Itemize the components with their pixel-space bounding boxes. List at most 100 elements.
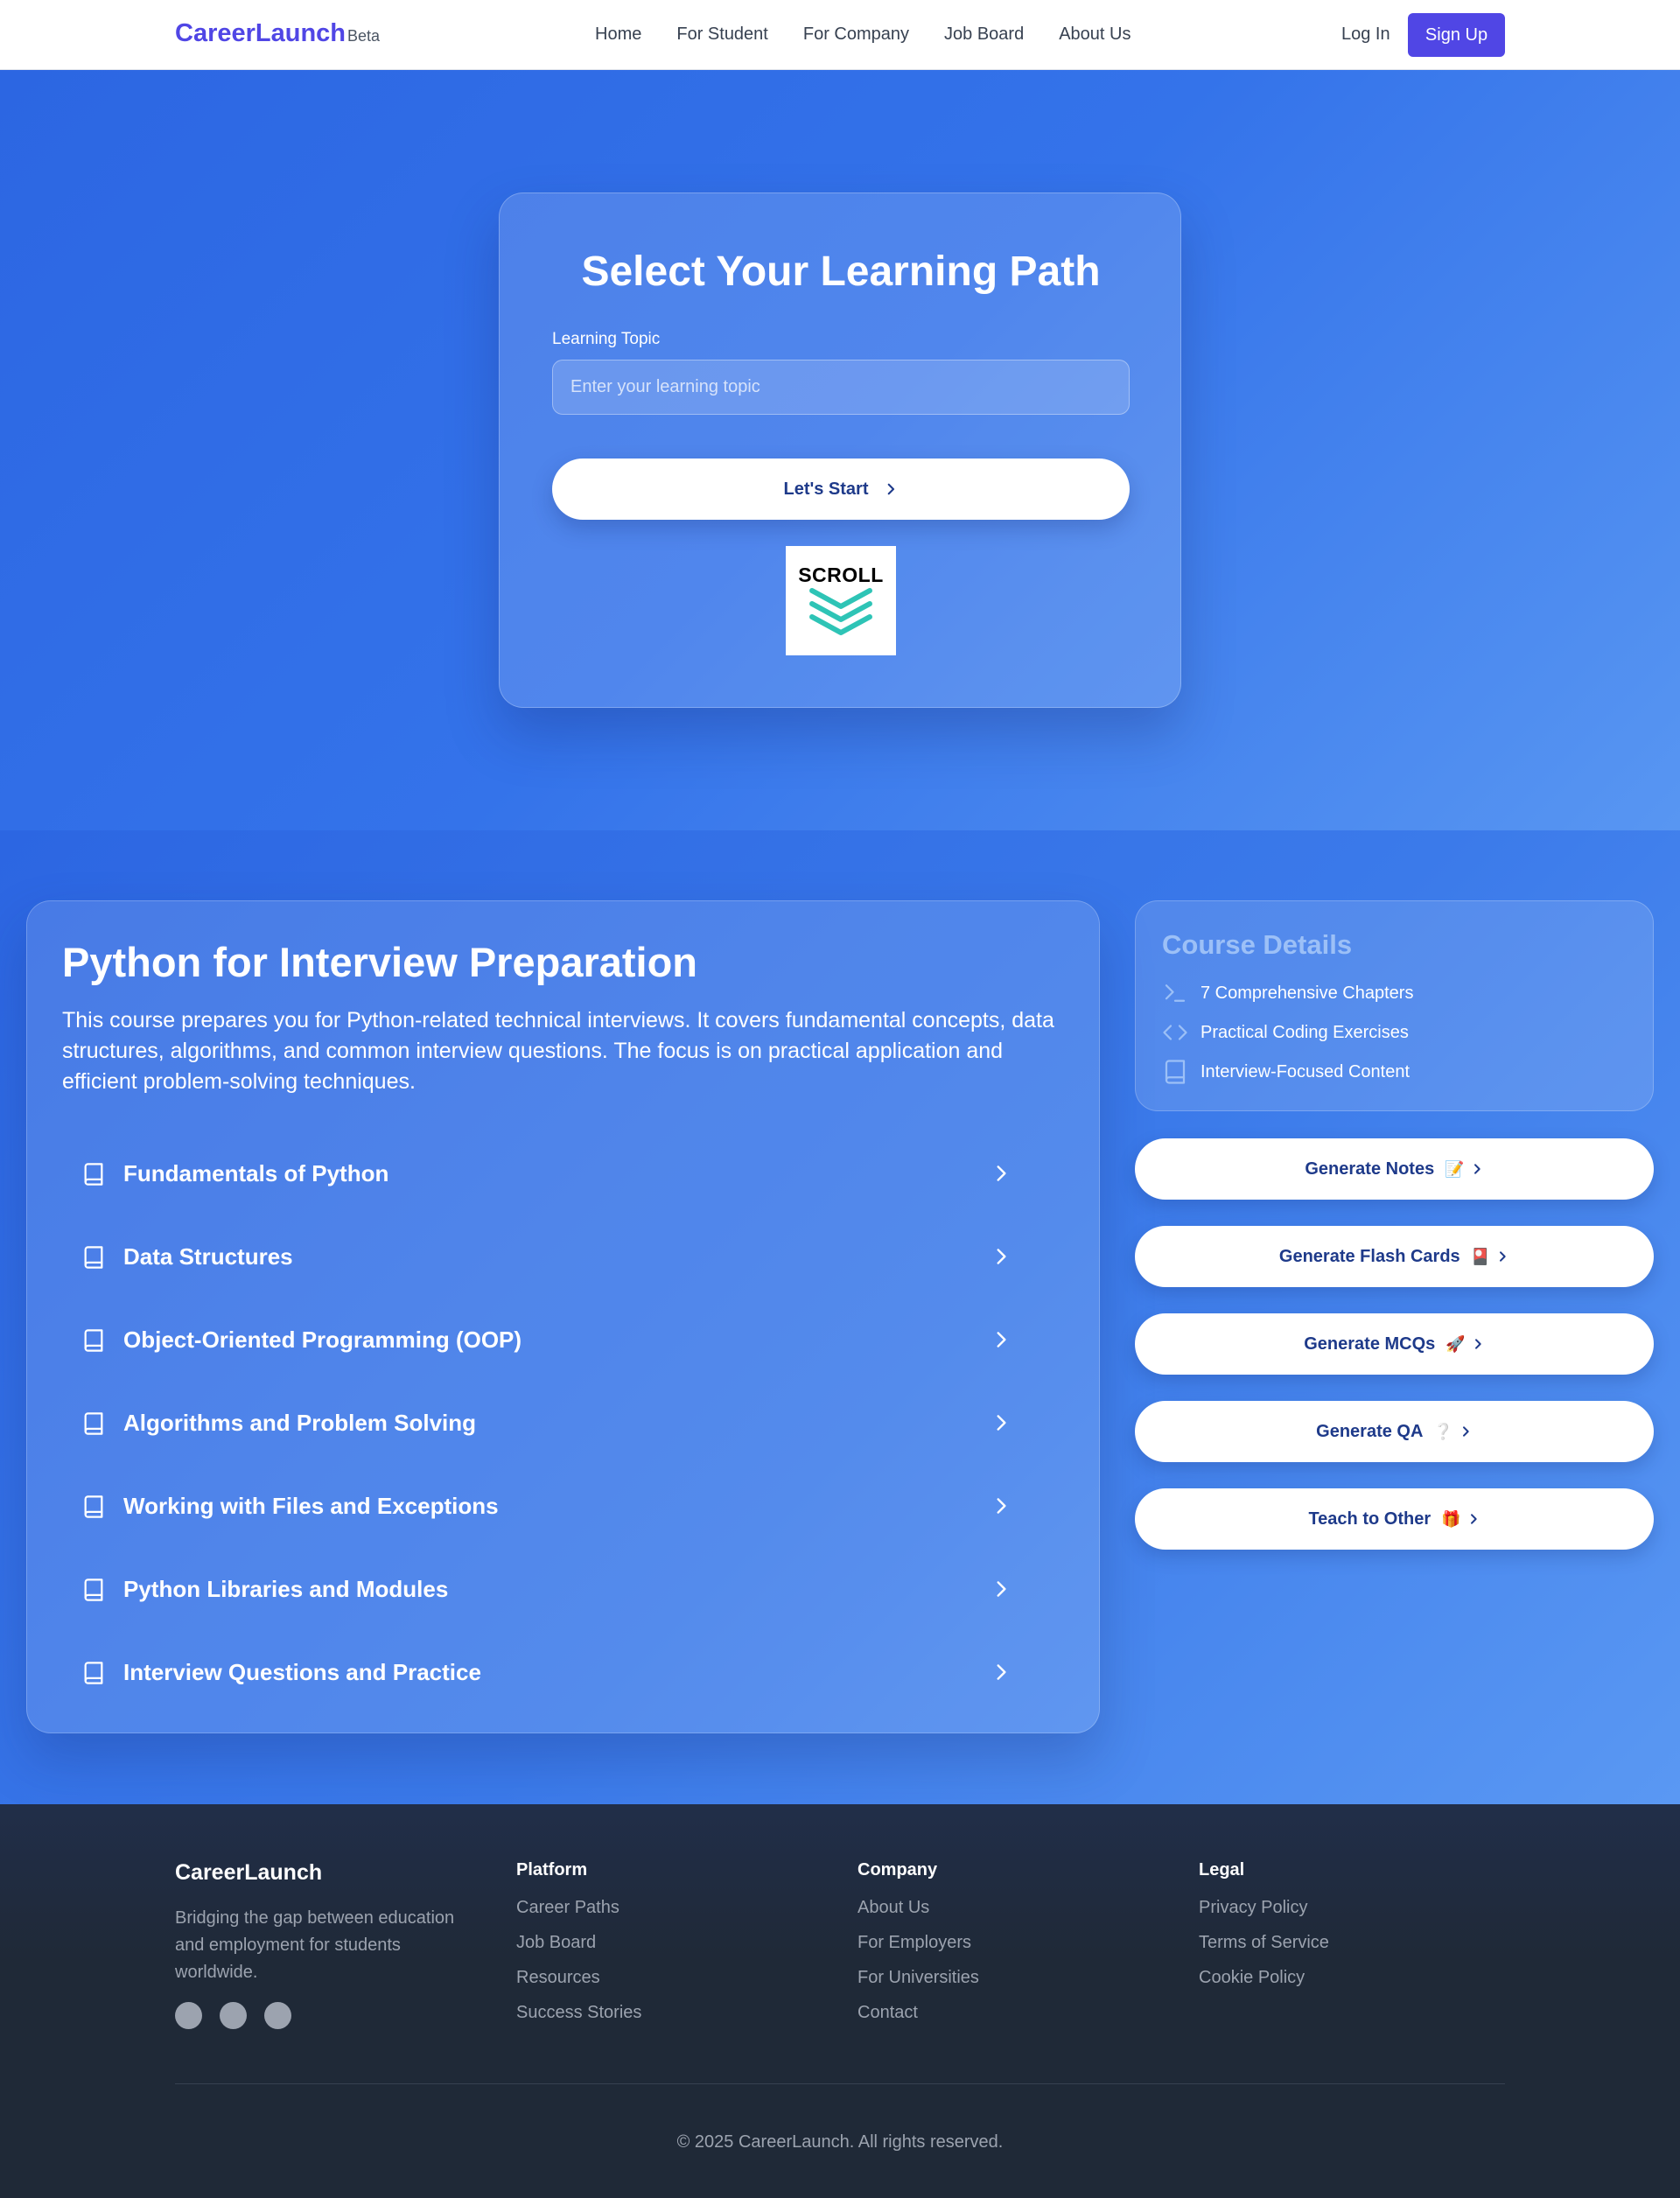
chapter-item[interactable]: Fundamentals of Python xyxy=(62,1132,1068,1215)
signup-button[interactable]: Sign Up xyxy=(1408,13,1505,57)
book-icon xyxy=(81,1494,106,1519)
beta-badge: Beta xyxy=(347,27,381,45)
chapter-item[interactable]: Python Libraries and Modules xyxy=(62,1548,1068,1631)
nav-links: Home For Student For Company Job Board A… xyxy=(595,24,1130,45)
footer-link-resources[interactable]: Resources xyxy=(516,1968,641,1988)
footer-link-cookie-policy[interactable]: Cookie Policy xyxy=(1199,1968,1329,1988)
social-icon[interactable] xyxy=(264,2002,291,2029)
book-icon xyxy=(81,1411,106,1436)
course-description: This course prepares you for Python-rela… xyxy=(62,1008,1054,1094)
footer-link-for-employers[interactable]: For Employers xyxy=(858,1933,979,1953)
chapter-item[interactable]: Object-Oriented Programming (OOP) xyxy=(62,1298,1068,1382)
generate-notes-button[interactable]: Generate Notes 📝 xyxy=(1135,1138,1654,1200)
chevron-right-icon xyxy=(990,1411,1012,1434)
course-section: Python for Interview Preparation This co… xyxy=(0,830,1680,1804)
book-icon xyxy=(81,1245,106,1270)
chapter-label: Object-Oriented Programming (OOP) xyxy=(123,1326,522,1353)
footer-link-contact[interactable]: Contact xyxy=(858,2003,979,2023)
chapter-label: Python Libraries and Modules xyxy=(123,1576,449,1602)
chevron-right-icon xyxy=(1474,1164,1480,1174)
topic-label: Learning Topic xyxy=(552,330,661,348)
chapter-label: Data Structures xyxy=(123,1243,293,1270)
chevron-right-icon xyxy=(887,483,894,495)
course-title: Python for Interview Preparation xyxy=(62,939,698,985)
scroll-logo-image: SCROLL xyxy=(786,546,896,655)
footer-link-for-universities[interactable]: For Universities xyxy=(858,1968,979,1988)
nav-link-home[interactable]: Home xyxy=(595,24,641,45)
chapter-item[interactable]: Interview Questions and Practice xyxy=(62,1631,1068,1714)
book-icon xyxy=(81,1328,106,1353)
footer-link-job-board[interactable]: Job Board xyxy=(516,1933,641,1953)
footer-link-career-paths[interactable]: Career Paths xyxy=(516,1898,641,1918)
teach-to-other-button[interactable]: Teach to Other 🎁 xyxy=(1135,1488,1654,1550)
detail-content-label: Interview-Focused Content xyxy=(1200,1061,1410,1082)
code-icon xyxy=(1162,1019,1188,1046)
generate-flash-cards-label: Generate Flash Cards xyxy=(1278,1246,1460,1266)
footer-link-privacy-policy[interactable]: Privacy Policy xyxy=(1199,1898,1329,1918)
chevrons-down-icon xyxy=(809,588,872,635)
nav-link-for-company[interactable]: For Company xyxy=(803,24,909,45)
chapter-list: Fundamentals of Python Data Structures Obj… xyxy=(62,1132,1068,1714)
teach-to-other-label: Teach to Other xyxy=(1308,1508,1432,1529)
nav-link-for-student[interactable]: For Student xyxy=(676,24,768,45)
chevron-right-icon xyxy=(990,1245,1012,1268)
topic-input[interactable] xyxy=(552,360,1130,415)
chevron-right-icon xyxy=(990,1661,1012,1684)
chevron-right-icon xyxy=(990,1328,1012,1351)
chevron-right-icon xyxy=(990,1578,1012,1600)
footer-legal-column: Legal Privacy Policy Terms of Service Co… xyxy=(1199,1860,1329,1988)
footer-brand-column: CareerLaunch Bridging the gap between ed… xyxy=(175,1860,464,2029)
course-details-card: Course Details 7 Comprehensive Chapters … xyxy=(1135,900,1654,1111)
chapter-item[interactable]: Working with Files and Exceptions xyxy=(62,1465,1068,1548)
footer-heading: Platform xyxy=(516,1860,588,1880)
flash-cards-emoji-icon: 🎴 xyxy=(1470,1247,1491,1265)
footer: CareerLaunch Bridging the gap between ed… xyxy=(0,1804,1680,2198)
footer-link-success-stories[interactable]: Success Stories xyxy=(516,2003,641,2023)
page-title: Select Your Learning Path xyxy=(581,248,1101,295)
gift-emoji-icon: 🎁 xyxy=(1441,1509,1461,1528)
social-links xyxy=(175,2002,464,2029)
learning-path-card: Select Your Learning Path Learning Topic… xyxy=(499,192,1181,708)
footer-link-about-us[interactable]: About Us xyxy=(858,1898,979,1918)
copyright-text: © 2025 CareerLaunch. All rights reserved… xyxy=(676,2132,1004,2152)
chevron-right-icon xyxy=(990,1494,1012,1517)
nav-link-about-us[interactable]: About Us xyxy=(1059,24,1130,45)
footer-link-terms-of-service[interactable]: Terms of Service xyxy=(1199,1933,1329,1953)
footer-divider xyxy=(175,2083,1505,2084)
generate-mcqs-button[interactable]: Generate MCQs 🚀 xyxy=(1135,1313,1654,1375)
lets-start-label: Let's Start xyxy=(783,479,869,499)
social-icon[interactable] xyxy=(175,2002,202,2029)
footer-company-column: Company About Us For Employers For Unive… xyxy=(858,1860,979,2023)
nav-link-job-board[interactable]: Job Board xyxy=(944,24,1024,45)
brand-logo[interactable]: CareerLaunch Beta xyxy=(175,19,380,48)
book-icon xyxy=(81,1162,106,1186)
chapter-label: Algorithms and Problem Solving xyxy=(123,1410,477,1436)
chapter-label: Interview Questions and Practice xyxy=(123,1659,481,1685)
footer-heading: Legal xyxy=(1199,1860,1245,1880)
detail-chapters: 7 Comprehensive Chapters xyxy=(1162,980,1413,1006)
chapter-label: Fundamentals of Python xyxy=(123,1160,389,1186)
chapter-item[interactable]: Data Structures xyxy=(62,1215,1068,1298)
chevron-right-icon xyxy=(1500,1251,1506,1262)
detail-exercises: Practical Coding Exercises xyxy=(1162,1019,1409,1046)
lets-start-button[interactable]: Let's Start xyxy=(552,458,1130,520)
rocket-emoji-icon: 🚀 xyxy=(1446,1334,1466,1353)
detail-exercises-label: Practical Coding Exercises xyxy=(1200,1022,1409,1042)
chevron-right-icon xyxy=(1474,1339,1481,1349)
course-details-title: Course Details xyxy=(1162,929,1353,960)
terminal-icon xyxy=(1162,980,1188,1006)
detail-chapters-label: 7 Comprehensive Chapters xyxy=(1200,983,1414,1003)
generate-flash-cards-button[interactable]: Generate Flash Cards 🎴 xyxy=(1135,1226,1654,1287)
generate-qa-button[interactable]: Generate QA ❔ xyxy=(1135,1401,1654,1462)
book-icon xyxy=(81,1578,106,1602)
detail-content: Interview-Focused Content xyxy=(1162,1059,1410,1085)
social-icon[interactable] xyxy=(220,2002,247,2029)
chapter-label: Working with Files and Exceptions xyxy=(123,1493,499,1519)
chevron-right-icon xyxy=(990,1162,1012,1185)
course-card: Python for Interview Preparation This co… xyxy=(26,900,1100,1733)
chapter-item[interactable]: Algorithms and Problem Solving xyxy=(62,1382,1068,1465)
login-link[interactable]: Log In xyxy=(1341,24,1390,45)
brand-name[interactable]: CareerLaunch xyxy=(175,19,346,48)
chevron-right-icon xyxy=(1470,1514,1477,1524)
notes-emoji-icon: 📝 xyxy=(1445,1159,1465,1178)
